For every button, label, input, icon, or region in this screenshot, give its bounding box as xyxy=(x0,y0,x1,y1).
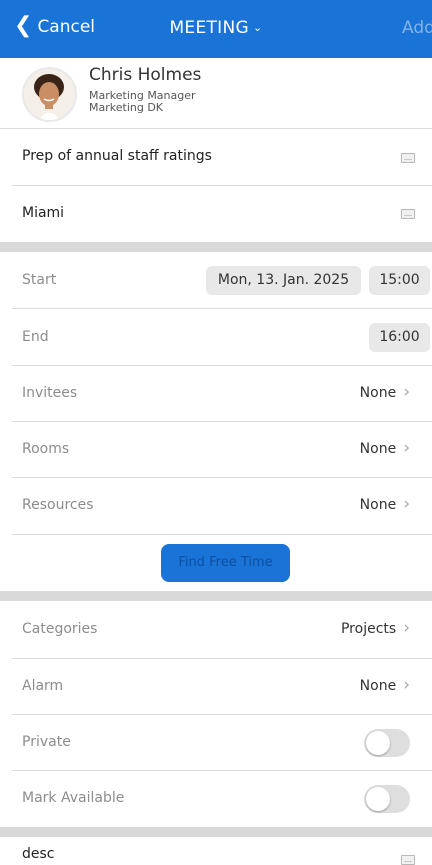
add-button[interactable]: Add xyxy=(402,18,432,38)
invitees-label: Invitees xyxy=(22,385,78,401)
invitees-row[interactable]: Invitees None › xyxy=(0,366,432,423)
rooms-value: None xyxy=(359,440,397,457)
alarm-value-group: None › xyxy=(360,677,410,694)
keyboard-icon[interactable] xyxy=(401,209,415,219)
organizer-profile: Chris Holmes Marketing Manager Marketing… xyxy=(0,58,432,129)
categories-row[interactable]: Categories Projects › xyxy=(0,602,432,659)
end-time-picker[interactable]: 16:00 xyxy=(369,323,430,352)
resources-row[interactable]: Resources None › xyxy=(0,478,432,535)
rooms-row[interactable]: Rooms None › xyxy=(0,422,432,479)
categories-label: Categories xyxy=(22,621,98,637)
chevron-right-icon: › xyxy=(403,382,410,402)
toggle-knob xyxy=(366,731,390,755)
section-divider xyxy=(0,591,432,601)
rooms-value-group: None › xyxy=(360,440,410,457)
description-value: desc xyxy=(22,846,55,862)
alarm-label: Alarm xyxy=(22,678,64,694)
toggle-knob xyxy=(366,787,390,811)
start-time-picker[interactable]: 15:00 xyxy=(369,266,430,295)
chevron-right-icon: › xyxy=(403,494,410,514)
divider xyxy=(12,534,432,535)
alarm-value: None xyxy=(359,677,397,694)
organizer-name: Chris Holmes xyxy=(89,65,202,85)
private-toggle[interactable] xyxy=(364,729,410,757)
chevron-right-icon: › xyxy=(403,618,410,638)
avatar xyxy=(22,67,77,122)
meeting-type-selector[interactable]: MEETING ⌄ xyxy=(0,18,432,38)
keyboard-icon[interactable] xyxy=(401,855,415,865)
categories-value: Projects xyxy=(340,620,397,637)
location-field[interactable]: Miami xyxy=(0,186,432,243)
location-value: Miami xyxy=(22,205,65,221)
organizer-details: Marketing Manager Marketing DK xyxy=(89,90,196,114)
chevron-down-icon: ⌄ xyxy=(253,21,263,34)
subject-value: Prep of annual staff ratings xyxy=(22,148,212,164)
invitees-value: None xyxy=(359,384,397,401)
nav-bar: ❮ Cancel MEETING ⌄ Add xyxy=(0,0,432,58)
subject-field[interactable]: Prep of annual staff ratings xyxy=(0,129,432,186)
categories-value-group: Projects › xyxy=(341,620,410,637)
mark-available-toggle[interactable] xyxy=(364,785,410,813)
find-free-time-button[interactable]: Find Free Time xyxy=(161,544,290,582)
alarm-row[interactable]: Alarm None › xyxy=(0,659,432,716)
section-divider xyxy=(0,827,432,837)
private-label: Private xyxy=(22,734,71,750)
start-label: Start xyxy=(22,272,57,288)
rooms-label: Rooms xyxy=(22,441,70,457)
chevron-right-icon: › xyxy=(403,675,410,695)
keyboard-icon[interactable] xyxy=(401,153,415,163)
resources-value: None xyxy=(359,496,397,513)
resources-label: Resources xyxy=(22,497,94,513)
page-title: MEETING xyxy=(169,18,249,38)
end-label: End xyxy=(22,329,49,345)
invitees-value-group: None › xyxy=(360,384,410,401)
organizer-department: Marketing DK xyxy=(89,101,164,114)
section-divider xyxy=(0,242,432,252)
mark-available-label: Mark Available xyxy=(22,790,125,806)
description-field[interactable]: desc xyxy=(0,838,432,865)
end-row: End xyxy=(0,309,432,366)
private-row: Private xyxy=(0,715,432,772)
mark-available-row: Mark Available xyxy=(0,771,432,828)
chevron-right-icon: › xyxy=(403,438,410,458)
resources-value-group: None › xyxy=(360,496,410,513)
start-date-picker[interactable]: Mon, 13. Jan. 2025 xyxy=(206,266,361,295)
